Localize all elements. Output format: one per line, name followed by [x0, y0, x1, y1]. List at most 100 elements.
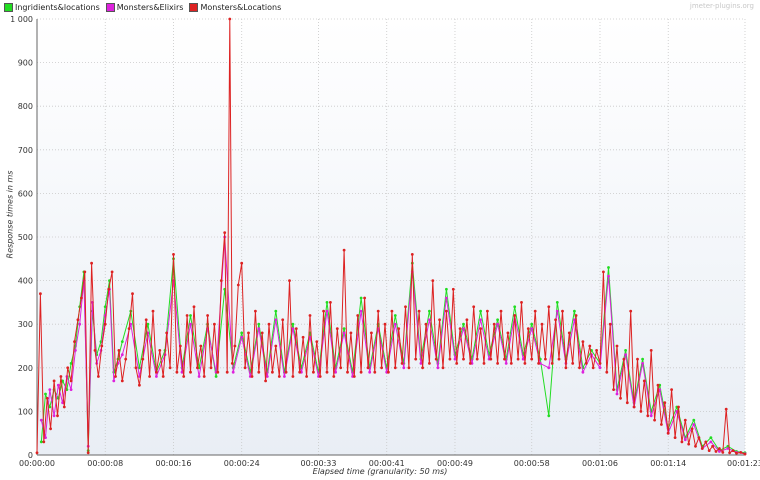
data-point-1 [48, 388, 52, 391]
data-point-0 [445, 287, 448, 291]
response-time-chart: Ingridients&locations Monsters&Elixirs M… [0, 0, 760, 480]
data-point-2 [138, 383, 141, 387]
data-point-1 [368, 370, 372, 374]
data-point-2 [561, 309, 564, 313]
data-point-2 [49, 427, 52, 431]
data-point-2 [537, 362, 540, 365]
data-point-1 [462, 327, 465, 330]
data-point-0 [462, 322, 465, 326]
data-point-0 [44, 392, 47, 396]
data-point-2 [410, 253, 414, 256]
data-point-2 [700, 447, 704, 450]
data-point-2 [619, 396, 622, 400]
data-point-2 [206, 314, 210, 317]
data-point-2 [383, 322, 387, 326]
data-point-1 [547, 366, 551, 370]
data-point-0 [291, 322, 295, 326]
data-point-1 [257, 327, 261, 330]
data-point-2 [462, 357, 465, 361]
data-point-2 [550, 362, 554, 365]
data-point-2 [308, 314, 312, 317]
data-point-2 [584, 362, 588, 365]
data-point-2 [209, 366, 213, 370]
data-point-0 [607, 266, 610, 269]
data-point-2 [390, 309, 394, 313]
data-point-2 [178, 344, 182, 348]
data-point-2 [225, 370, 229, 374]
data-point-2 [482, 362, 486, 365]
x-tick-label: 00:00:24 [224, 459, 260, 468]
data-point-2 [148, 375, 152, 378]
data-point-1 [112, 379, 116, 383]
data-point-2 [233, 344, 237, 348]
data-point-1 [240, 335, 244, 339]
data-point-1 [683, 438, 687, 442]
data-point-2 [455, 362, 459, 365]
y-tick-label: 900 [18, 59, 33, 68]
data-point-1 [39, 418, 43, 422]
data-point-2 [247, 331, 250, 335]
data-point-0 [513, 305, 517, 309]
data-point-2 [520, 301, 523, 304]
data-point-2 [649, 349, 653, 352]
data-point-2 [739, 451, 743, 454]
data-point-1 [393, 322, 397, 326]
data-point-2 [724, 407, 728, 411]
data-point-2 [315, 340, 319, 343]
data-point-0 [479, 309, 482, 313]
data-point-0 [342, 327, 346, 330]
data-point-2 [697, 436, 701, 439]
data-point-2 [83, 270, 87, 274]
data-point-2 [359, 370, 363, 374]
data-point-2 [397, 327, 401, 330]
data-point-2 [554, 318, 557, 322]
data-point-2 [312, 370, 315, 374]
data-point-1 [555, 309, 559, 313]
data-point-2 [182, 375, 186, 378]
data-point-2 [349, 331, 353, 335]
y-tick-label: 1 000 [10, 15, 33, 24]
data-point-2 [59, 375, 63, 378]
data-point-1 [120, 353, 124, 357]
data-point-2 [530, 357, 534, 361]
data-point-2 [260, 331, 264, 335]
data-point-2 [120, 379, 124, 383]
data-point-2 [492, 322, 496, 326]
data-point-0 [214, 375, 218, 378]
data-point-2 [721, 451, 725, 454]
data-point-2 [639, 410, 643, 413]
data-point-2 [107, 287, 111, 291]
data-point-2 [677, 405, 680, 409]
data-point-2 [52, 379, 56, 383]
data-point-2 [704, 440, 708, 444]
data-point-2 [666, 431, 670, 435]
data-point-2 [45, 396, 49, 400]
data-point-2 [503, 357, 506, 361]
data-point-2 [175, 370, 179, 374]
data-point-2 [574, 314, 578, 317]
data-point-2 [39, 292, 42, 296]
data-point-2 [124, 357, 128, 361]
data-point-1 [428, 318, 431, 322]
data-point-2 [670, 388, 673, 391]
data-point-2 [35, 451, 39, 455]
data-point-1 [581, 370, 585, 374]
data-point-2 [509, 362, 513, 365]
data-point-1 [479, 318, 482, 322]
data-point-2 [216, 370, 220, 374]
data-point-2 [335, 327, 339, 330]
data-point-2 [632, 405, 636, 409]
data-point-2 [366, 366, 370, 370]
data-point-2 [544, 357, 547, 361]
data-point-0 [624, 349, 627, 352]
data-point-2 [526, 327, 530, 330]
data-point-2 [588, 344, 592, 348]
data-point-2 [547, 305, 551, 309]
data-point-2 [540, 322, 544, 326]
data-point-2 [516, 357, 520, 361]
data-point-2 [131, 292, 134, 296]
data-point-2 [281, 318, 285, 322]
data-point-2 [595, 349, 598, 352]
data-point-2 [56, 414, 59, 418]
data-point-2 [192, 305, 196, 309]
